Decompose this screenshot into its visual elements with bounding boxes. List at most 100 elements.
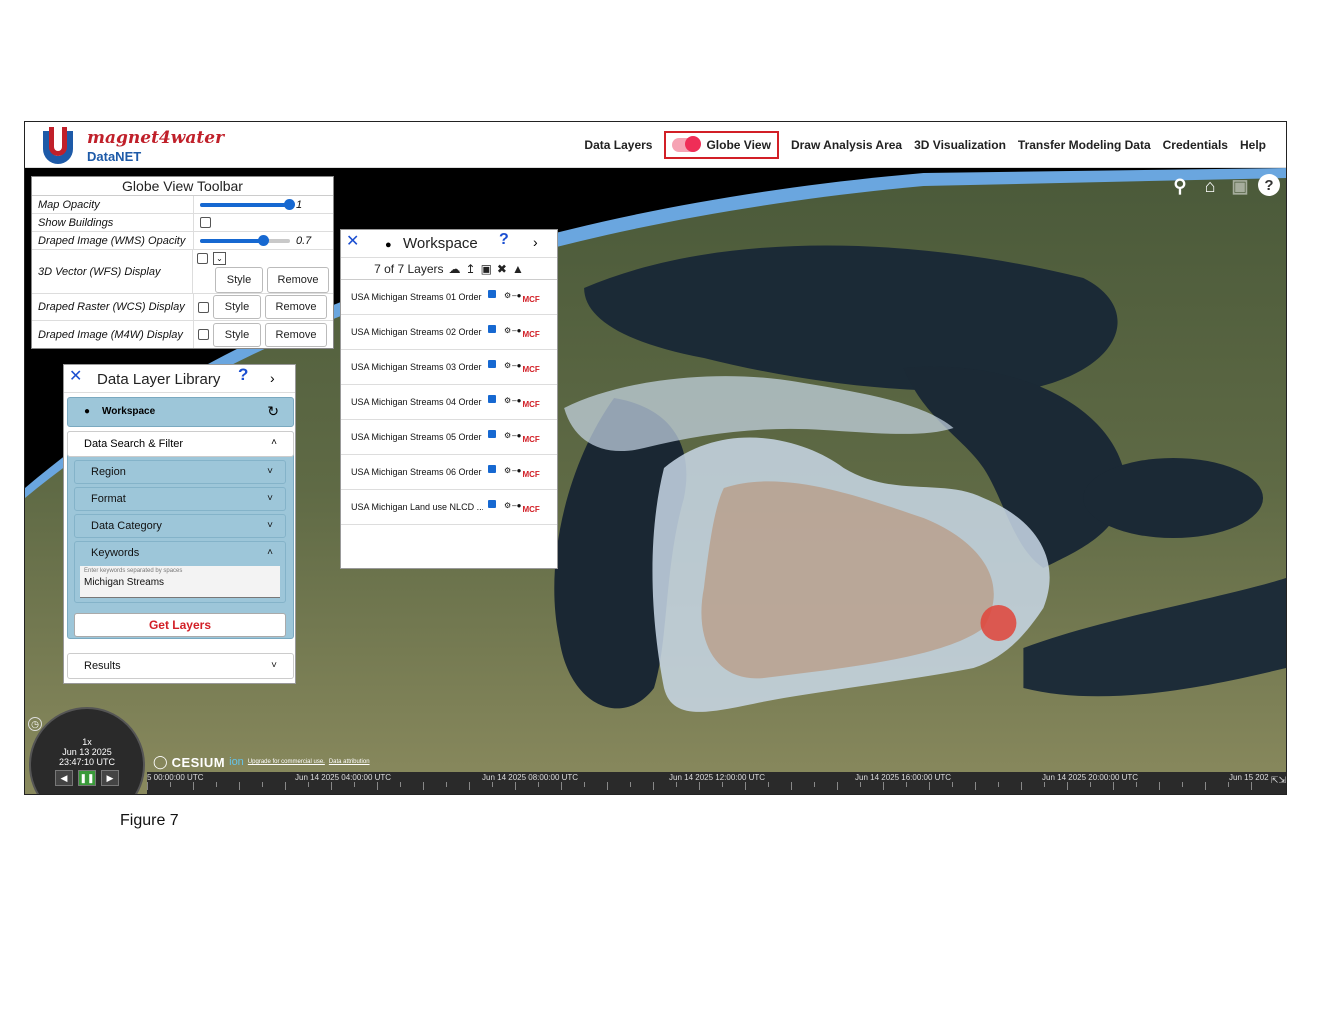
image-m4w-remove-button[interactable]: Remove	[265, 322, 327, 347]
help-icon[interactable]: ?	[1258, 174, 1280, 196]
mcf-label[interactable]: MCF	[522, 295, 539, 304]
gear-icon[interactable]: ⚙	[504, 291, 511, 300]
timeline-tick	[1136, 782, 1137, 787]
show-buildings-checkbox[interactable]	[200, 217, 211, 228]
timeline-tick-label: Jun 15 202	[1229, 773, 1269, 782]
image-m4w-checkbox[interactable]	[198, 329, 209, 340]
layer-visible-checkbox[interactable]	[488, 395, 496, 403]
opacity-slider-icon[interactable]: –●	[512, 361, 521, 370]
timeline-bar[interactable]: 5 00:00:00 UTC Jun 14 2025 04:00:00 UTC Ju…	[147, 772, 1286, 794]
map-opacity-slider[interactable]	[200, 198, 295, 210]
nav-transfer-modeling-data[interactable]: Transfer Modeling Data	[1018, 138, 1151, 152]
timeline-tick-label: Jun 14 2025 08:00:00 UTC	[482, 773, 579, 782]
workspace-layer-row[interactable]: USA Michigan Streams 03 Order ⚙ –● MCF	[341, 350, 557, 385]
chevron-right-icon[interactable]: ›	[533, 234, 538, 250]
layer-visible-checkbox[interactable]	[488, 465, 496, 473]
mcf-label[interactable]: MCF	[522, 330, 539, 339]
search-icon[interactable]: ⚲	[1168, 174, 1192, 198]
workspace-layer-row[interactable]: USA Michigan Streams 06 Order ⚙ –● MCF	[341, 455, 557, 490]
upgrade-link[interactable]: Upgrade for commercial use.	[248, 759, 325, 765]
region-accordion[interactable]: Region ˅	[74, 460, 286, 484]
raster-wcs-style-button[interactable]: Style	[213, 295, 261, 319]
play-forward-icon[interactable]: ▶	[101, 770, 119, 786]
close-icon[interactable]: ✕	[346, 231, 359, 251]
gear-icon[interactable]: ⚙	[504, 431, 511, 440]
keywords-accordion[interactable]: Keywords ˄ Enter keywords separated by sp…	[74, 541, 286, 603]
mcf-label[interactable]: MCF	[522, 400, 539, 409]
upload-icon[interactable]: ↥	[466, 262, 476, 276]
base-layer-picker-icon[interactable]: ▣	[1228, 174, 1252, 198]
raster-wcs-checkbox[interactable]	[198, 301, 209, 313]
workspace-icon: ●	[84, 406, 91, 417]
fullscreen-icon[interactable]: ⇱⇲	[1271, 775, 1286, 786]
layer-visible-checkbox[interactable]	[488, 430, 496, 438]
nav-draw-analysis-area[interactable]: Draw Analysis Area	[791, 138, 902, 152]
mcf-label[interactable]: MCF	[522, 470, 539, 479]
nav-help[interactable]: Help	[1240, 138, 1266, 152]
opacity-slider-icon[interactable]: –●	[512, 326, 521, 335]
pause-icon[interactable]: ❚❚	[78, 770, 96, 786]
workspace-layer-row[interactable]: USA Michigan Streams 05 Order ⚙ –● MCF	[341, 420, 557, 455]
vector-wfs-style-button[interactable]: Style	[215, 267, 263, 293]
timeline-tick	[492, 782, 493, 787]
data-category-accordion[interactable]: Data Category ˅	[74, 514, 286, 538]
cloud-download-icon[interactable]: ☁	[449, 262, 461, 276]
raster-wcs-remove-button[interactable]: Remove	[265, 295, 327, 319]
data-attribution-link[interactable]: Data attribution	[329, 759, 370, 765]
workspace-layer-row[interactable]: USA Michigan Streams 04 Order ⚙ –● MCF	[341, 385, 557, 420]
gear-icon[interactable]: ⚙	[504, 501, 511, 510]
workspace-layer-row[interactable]: USA Michigan Streams 01 Order ⚙ –● MCF	[341, 280, 557, 315]
clock-icon[interactable]: ◷	[28, 717, 42, 731]
help-icon[interactable]: ?	[499, 231, 509, 249]
opacity-slider-icon[interactable]: –●	[512, 466, 521, 475]
globe-view-toggle[interactable]	[672, 136, 702, 152]
refresh-icon[interactable]: ↻	[267, 403, 279, 420]
opacity-slider-icon[interactable]: –●	[512, 291, 521, 300]
home-icon[interactable]: ⌂	[1198, 174, 1222, 198]
globe-view-toggle-group[interactable]: Globe View	[664, 131, 779, 159]
play-reverse-icon[interactable]: ◀	[55, 770, 73, 786]
close-icon[interactable]: ✕	[69, 366, 82, 386]
gear-icon[interactable]: ⚙	[504, 466, 511, 475]
nav-globe-view[interactable]: Globe View	[706, 138, 770, 152]
mcf-label[interactable]: MCF	[522, 365, 539, 374]
layer-tools: ⚙ –● MCF	[504, 322, 540, 339]
workspace-layer-row[interactable]: USA Michigan Streams 02 Order ⚙ –● MCF	[341, 315, 557, 350]
globe-view-toolbar: Globe View Toolbar Map Opacity 1 Show Bu…	[31, 176, 334, 349]
nav-3d-visualization[interactable]: 3D Visualization	[914, 138, 1006, 152]
get-layers-button[interactable]: Get Layers	[74, 613, 286, 637]
opacity-slider-icon[interactable]: –●	[512, 431, 521, 440]
mcf-label[interactable]: MCF	[522, 505, 539, 514]
vector-wfs-remove-button[interactable]: Remove	[267, 267, 329, 293]
help-icon[interactable]: ?	[238, 365, 248, 385]
region-label: Region	[91, 466, 126, 478]
nav-data-layers[interactable]: Data Layers	[584, 138, 652, 152]
format-accordion[interactable]: Format ˅	[74, 487, 286, 511]
layer-visible-checkbox[interactable]	[488, 500, 496, 508]
layer-visible-checkbox[interactable]	[488, 290, 496, 298]
gear-icon[interactable]: ⚙	[504, 361, 511, 370]
opacity-slider-icon[interactable]: –●	[512, 396, 521, 405]
workspace-section[interactable]: ● Workspace ↻	[67, 397, 294, 427]
layer-visible-checkbox[interactable]	[488, 360, 496, 368]
hide-layers-icon[interactable]: ✖	[497, 262, 507, 276]
vector-wfs-checkbox[interactable]	[197, 253, 208, 264]
nav-credentials[interactable]: Credentials	[1163, 138, 1228, 152]
draped-wms-opacity-slider[interactable]	[200, 234, 290, 246]
trash-icon[interactable]: ▲	[512, 262, 524, 276]
vector-wfs-dropdown[interactable]: ⌄	[213, 252, 226, 265]
opacity-slider-icon[interactable]: –●	[512, 501, 521, 510]
mcf-label[interactable]: MCF	[522, 435, 539, 444]
keywords-input[interactable]: Enter keywords separated by spaces Michi…	[80, 566, 280, 598]
save-icon[interactable]: ▣	[481, 262, 492, 276]
results-accordion[interactable]: Results ˅	[67, 653, 294, 679]
layer-visible-checkbox[interactable]	[488, 325, 496, 333]
gear-icon[interactable]: ⚙	[504, 326, 511, 335]
gear-icon[interactable]: ⚙	[504, 396, 511, 405]
search-filter-header[interactable]: Data Search & Filter ˄	[67, 431, 294, 457]
chevron-right-icon[interactable]: ›	[270, 370, 275, 386]
image-m4w-style-button[interactable]: Style	[213, 322, 261, 347]
timeline-tick	[952, 782, 953, 787]
workspace-layer-row[interactable]: USA Michigan Land use NLCD ... ⚙ –● MCF	[341, 490, 557, 525]
layer-tools: ⚙ –● MCF	[504, 462, 540, 479]
